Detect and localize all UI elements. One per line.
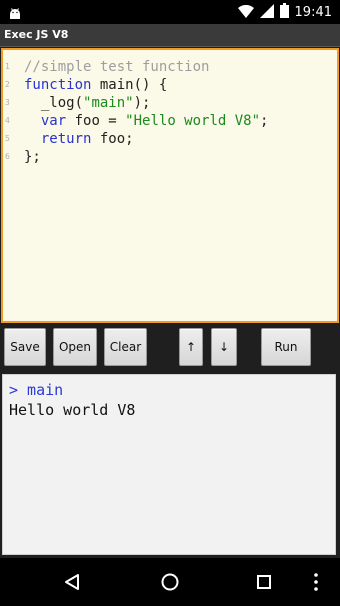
- line-number: 1: [5, 62, 10, 71]
- clear-button[interactable]: Clear: [104, 328, 147, 366]
- console-prompt-line: > main: [9, 381, 64, 399]
- app-screen: 19:41 Exec JS V8 1 //simple test function…: [0, 0, 340, 606]
- console-output-line: Hello world V8: [9, 401, 136, 419]
- line-number: 4: [5, 116, 10, 125]
- status-bar: 19:41: [0, 0, 340, 24]
- navigation-bar: [0, 558, 340, 606]
- line-number: 2: [5, 80, 10, 89]
- code-token-plain: );: [133, 95, 151, 111]
- recents-icon[interactable]: [250, 568, 278, 596]
- overflow-menu-icon[interactable]: [306, 568, 326, 596]
- line-number: 3: [5, 98, 10, 107]
- code-token-string: "Hello world V8": [125, 113, 261, 129]
- code-token-plain: _log(: [24, 95, 84, 111]
- code-token-plain: foo;: [91, 131, 134, 147]
- code-token-plain: };: [24, 149, 41, 165]
- app-title: Exec JS V8: [4, 28, 69, 41]
- code-token-plain: ;: [260, 113, 269, 129]
- toolbar: Save Open Clear ↑ ↓ Run: [0, 323, 340, 372]
- back-icon[interactable]: [58, 568, 86, 596]
- code-text: function main() {: [24, 76, 167, 94]
- open-button[interactable]: Open: [53, 328, 97, 366]
- android-icon: [8, 5, 22, 24]
- code-token-string: "main": [83, 95, 134, 111]
- code-token-keyword: var: [40, 113, 67, 129]
- code-text: return foo;: [24, 130, 134, 148]
- scroll-up-button[interactable]: ↑: [179, 328, 203, 366]
- code-text: var foo = "Hello world V8";: [24, 112, 269, 130]
- line-number: 6: [5, 152, 10, 161]
- code-editor[interactable]: 1 //simple test function 2 function main() …: [1, 48, 339, 323]
- code-text: //simple test function: [24, 58, 209, 76]
- scroll-down-button[interactable]: ↓: [211, 328, 237, 366]
- run-button[interactable]: Run: [261, 328, 311, 366]
- code-token-keyword: function: [24, 77, 92, 93]
- signal-icon: [259, 3, 274, 22]
- home-icon[interactable]: [156, 568, 184, 596]
- code-text: };: [24, 148, 41, 166]
- code-token-comment: //simple test function: [24, 59, 210, 75]
- line-number: 5: [5, 134, 10, 143]
- save-button[interactable]: Save: [4, 328, 46, 366]
- code-token-plain: main() {: [91, 77, 168, 93]
- code-token-keyword: return: [40, 131, 92, 147]
- code-token-plain: foo =: [66, 113, 126, 129]
- battery-icon: [279, 2, 289, 22]
- action-bar: Exec JS V8: [0, 24, 340, 47]
- status-time: 19:41: [294, 4, 332, 20]
- code-text: _log("main");: [24, 94, 151, 112]
- wifi-icon: [237, 3, 254, 22]
- output-console: > main Hello world V8: [2, 374, 336, 555]
